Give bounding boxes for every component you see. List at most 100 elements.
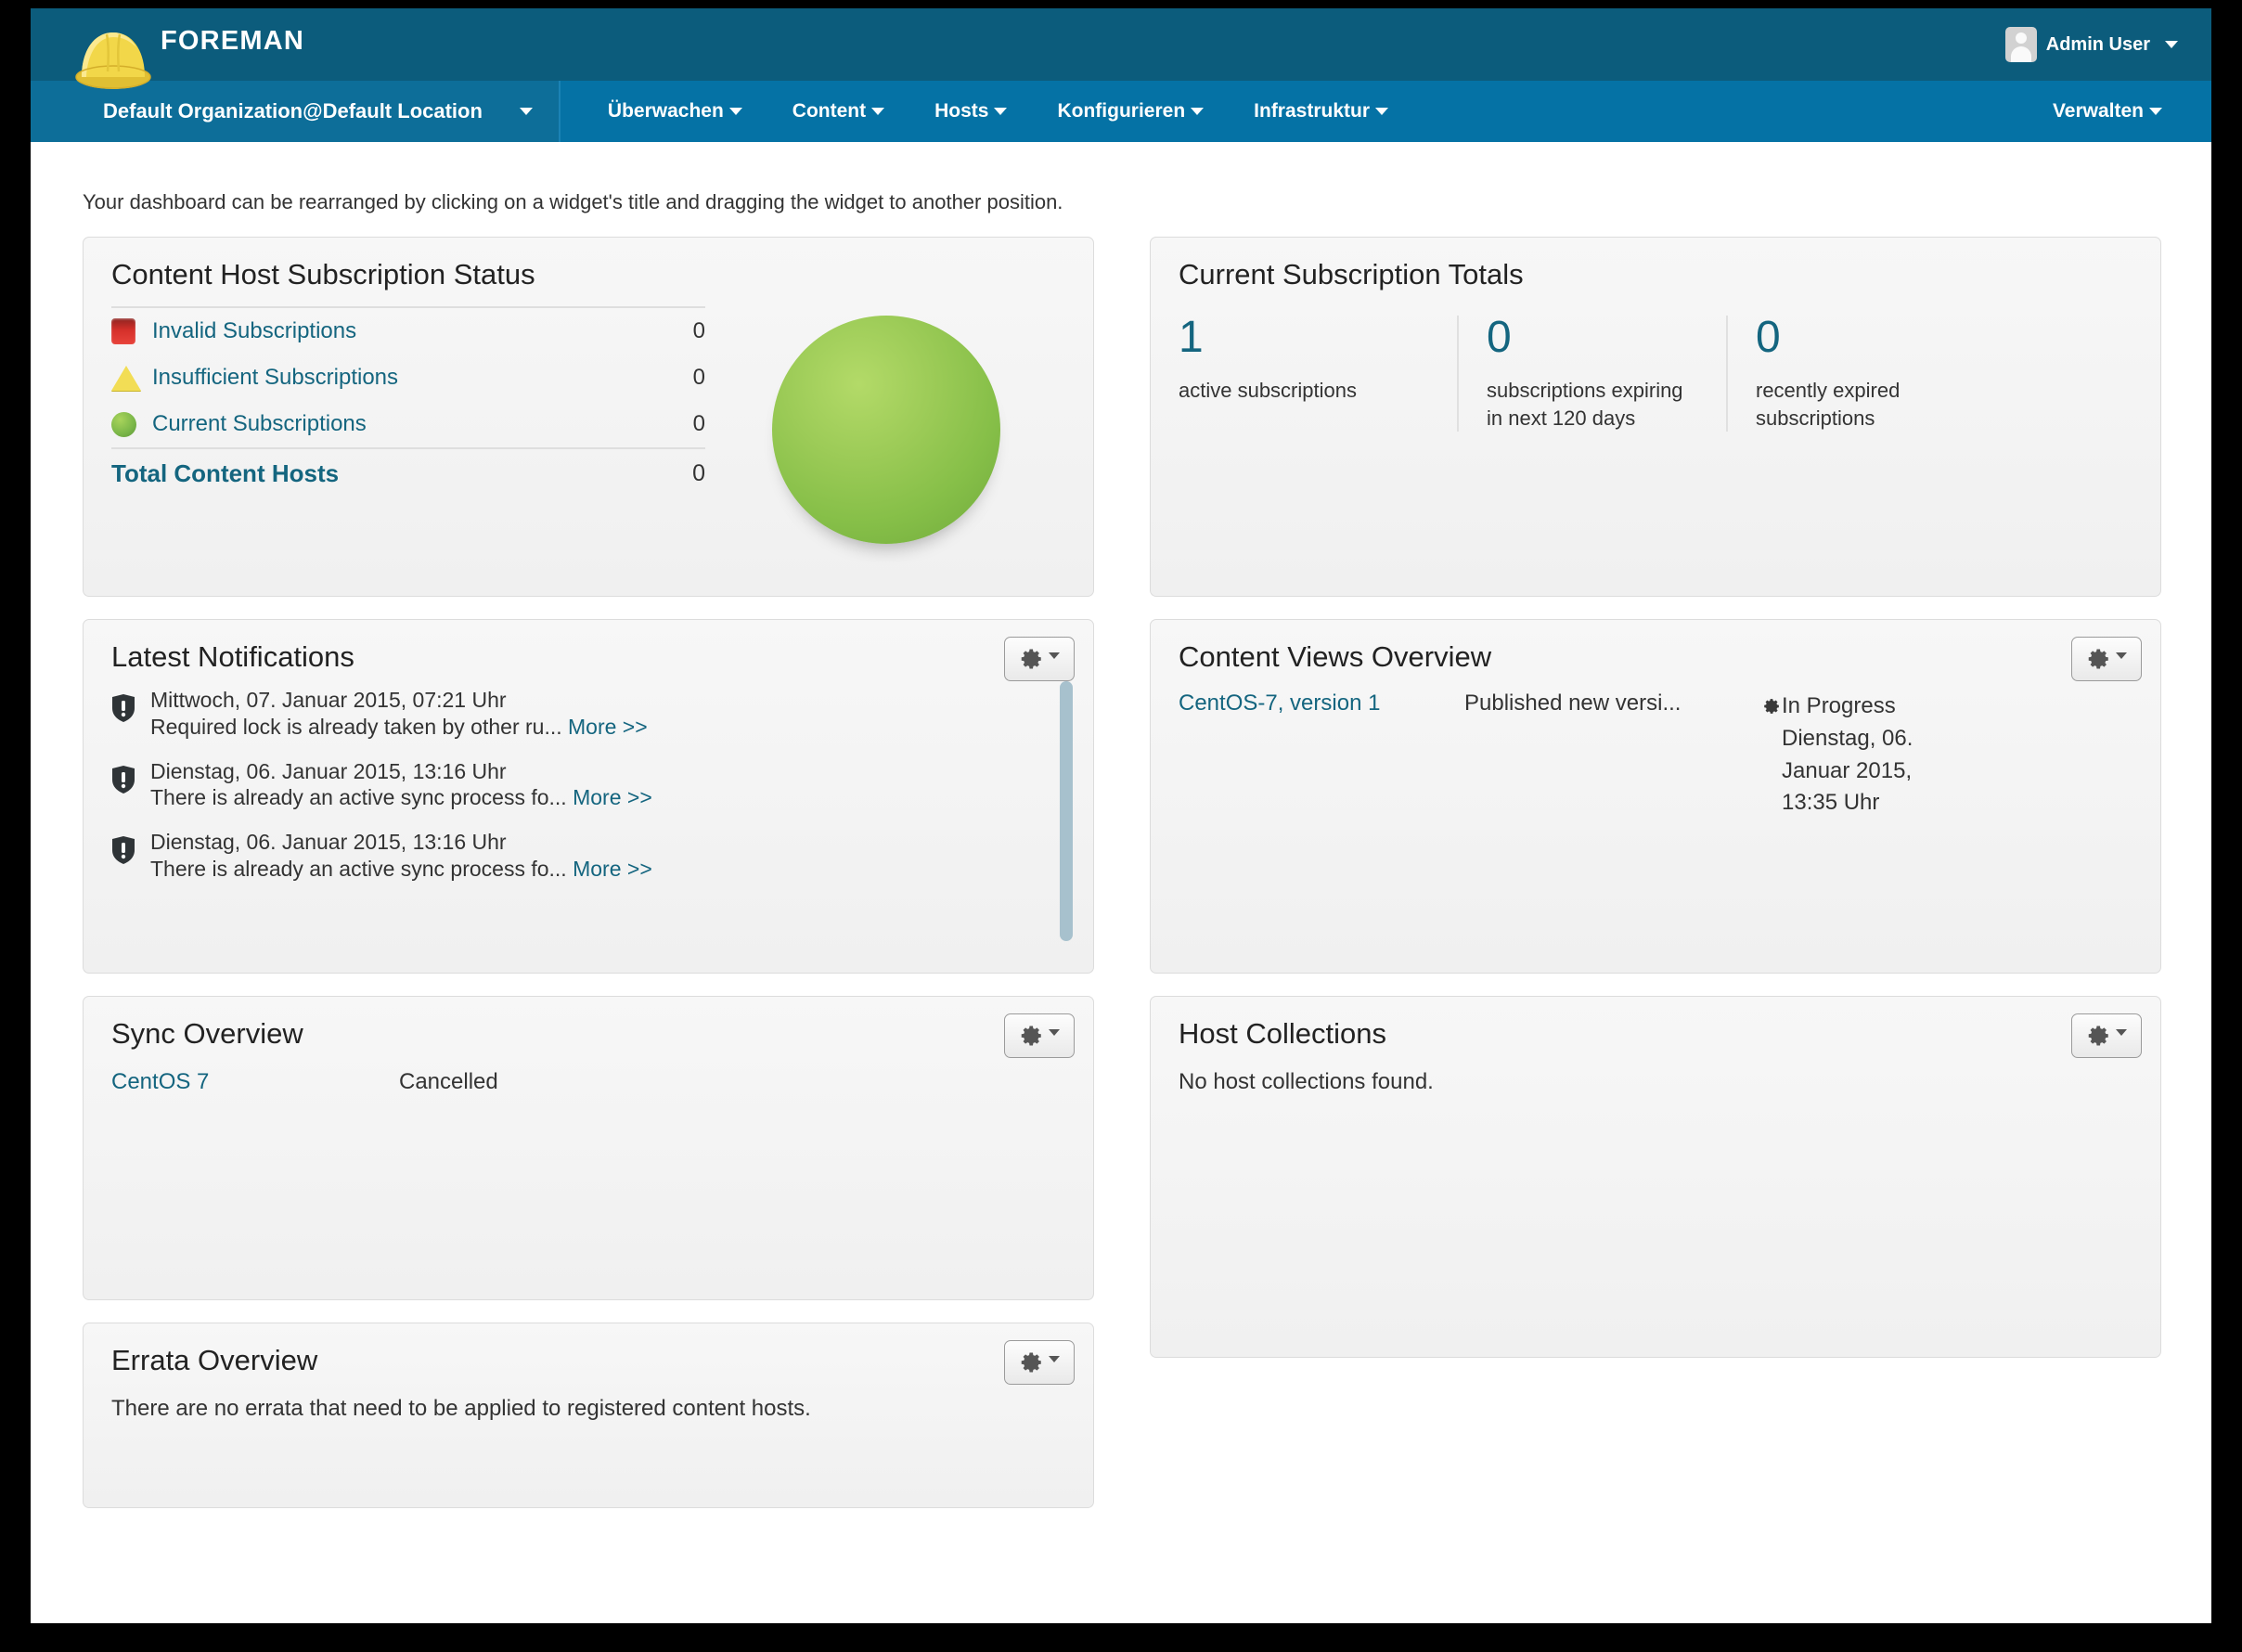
status-value: 0 bbox=[692, 318, 705, 343]
nav-item-infrastructure[interactable]: Infrastruktur bbox=[1229, 81, 1413, 142]
status-label[interactable]: Insufficient Subscriptions bbox=[152, 365, 693, 391]
nav-item-monitor[interactable]: Überwachen bbox=[583, 81, 767, 142]
shield-alert-icon bbox=[112, 836, 135, 865]
dashboard-page: Your dashboard can be rearranged by clic… bbox=[31, 142, 2211, 1623]
widget-title: Errata Overview bbox=[111, 1344, 318, 1376]
sync-product-link[interactable]: CentOS 7 bbox=[111, 1069, 399, 1095]
widget-content-views-overview[interactable]: Content Views Overview CentOS-7, version… bbox=[1150, 619, 2161, 974]
widget-title: Content Views Overview bbox=[1179, 640, 1492, 673]
gear-icon bbox=[1021, 1352, 1041, 1373]
notifications-list: Mittwoch, 07. Januar 2015, 07:21 Uhr Req… bbox=[111, 681, 1073, 941]
widget-settings-button[interactable] bbox=[1004, 1340, 1075, 1385]
total-caption: active subscriptions bbox=[1179, 379, 1357, 402]
nav-item-label: Überwachen bbox=[607, 100, 724, 122]
content-view-status-text: In Progress Dienstag, 06. Januar 2015, 1… bbox=[1782, 693, 1913, 816]
more-link[interactable]: More >> bbox=[573, 785, 652, 809]
nav-items: Überwachen Content Hosts Konfigurieren I… bbox=[560, 81, 1413, 142]
notification-text: There is already an active sync process … bbox=[150, 856, 1067, 884]
total-label[interactable]: Total Content Hosts bbox=[111, 459, 692, 488]
host-collections-empty-message: No host collections found. bbox=[1179, 1069, 1434, 1094]
top-header-bar: FOREMAN Admin User bbox=[31, 8, 2211, 89]
chevron-down-icon bbox=[2115, 652, 2127, 659]
chevron-down-icon bbox=[2165, 41, 2178, 48]
total-cell-active: 1 active subscriptions bbox=[1179, 316, 1457, 432]
gear-icon bbox=[1021, 649, 1041, 669]
total-caption: recently expired subscriptions bbox=[1756, 379, 1901, 430]
red-square-icon bbox=[111, 318, 152, 344]
status-label[interactable]: Current Subscriptions bbox=[152, 411, 693, 437]
chevron-down-icon bbox=[1191, 108, 1205, 115]
list-item[interactable]: Mittwoch, 07. Januar 2015, 07:21 Uhr Req… bbox=[111, 687, 1067, 742]
total-value: 0 bbox=[692, 459, 705, 486]
more-link[interactable]: More >> bbox=[573, 857, 652, 881]
nav-item-label: Content bbox=[792, 100, 867, 122]
shield-alert-icon bbox=[112, 765, 135, 794]
chevron-down-icon bbox=[728, 108, 742, 115]
widget-title: Host Collections bbox=[1179, 1017, 1386, 1050]
notification-message: Required lock is already taken by other … bbox=[150, 714, 562, 739]
nav-item-label: Infrastruktur bbox=[1254, 100, 1371, 122]
list-item[interactable]: Dienstag, 06. Januar 2015, 13:16 Uhr The… bbox=[111, 829, 1067, 884]
nav-item-label: Verwalten bbox=[2052, 100, 2144, 122]
nav-item-configure[interactable]: Konfigurieren bbox=[1032, 81, 1229, 142]
nav-item-administer[interactable]: Verwalten bbox=[2028, 81, 2187, 142]
chevron-down-icon bbox=[1048, 652, 1060, 659]
shield-alert-icon bbox=[112, 694, 135, 722]
chevron-down-icon bbox=[1048, 1028, 1060, 1036]
pie-slice-current bbox=[772, 316, 1000, 544]
widget-errata-overview[interactable]: Errata Overview There are no errata that… bbox=[83, 1323, 1094, 1508]
user-avatar-icon bbox=[2004, 27, 2037, 62]
notification-message: There is already an active sync process … bbox=[150, 785, 567, 810]
list-item[interactable]: Dienstag, 06. Januar 2015, 13:16 Uhr The… bbox=[111, 758, 1067, 813]
notification-message: There is already an active sync process … bbox=[150, 857, 567, 882]
user-menu[interactable]: Admin User bbox=[2004, 27, 2178, 62]
chevron-down-icon bbox=[994, 108, 1008, 115]
notification-date: Dienstag, 06. Januar 2015, 13:16 Uhr bbox=[150, 758, 507, 783]
widget-latest-notifications[interactable]: Latest Notifications Mittwoch, 07. Janua… bbox=[83, 619, 1094, 974]
content-view-link[interactable]: CentOS-7, version 1 bbox=[1179, 690, 1464, 820]
widget-host-collections[interactable]: Host Collections No host collections fou… bbox=[1150, 996, 2161, 1358]
main-navigation-bar: Default Organization@Default Location Üb… bbox=[31, 81, 2211, 142]
widget-title: Current Subscription Totals bbox=[1179, 258, 1524, 290]
hardhat-icon bbox=[73, 14, 153, 99]
widget-title: Latest Notifications bbox=[111, 640, 354, 673]
dashboard-column-left: Content Host Subscription Status Invalid… bbox=[83, 237, 1094, 1530]
widget-title: Sync Overview bbox=[111, 1017, 303, 1050]
errata-empty-message: There are no errata that need to be appl… bbox=[111, 1396, 811, 1421]
chevron-down-icon bbox=[2149, 108, 2162, 115]
widget-settings-button[interactable] bbox=[1004, 637, 1075, 681]
gear-icon bbox=[1021, 1026, 1041, 1046]
status-value: 0 bbox=[692, 411, 705, 436]
notifications-scrollbar[interactable] bbox=[1060, 681, 1073, 941]
table-row[interactable]: Insufficient Subscriptions 0 bbox=[111, 355, 705, 401]
content-view-status: In Progress Dienstag, 06. Januar 2015, 1… bbox=[1761, 690, 1938, 820]
status-label[interactable]: Invalid Subscriptions bbox=[152, 318, 693, 344]
widget-current-subscription-totals[interactable]: Current Subscription Totals 1 active sub… bbox=[1150, 237, 2161, 597]
subscription-status-table: Invalid Subscriptions 0 Insufficient Sub… bbox=[111, 301, 705, 544]
more-link[interactable]: More >> bbox=[568, 715, 648, 739]
subscription-pie-chart bbox=[705, 301, 1067, 544]
widget-settings-button[interactable] bbox=[2071, 637, 2142, 681]
notification-text: Required lock is already taken by other … bbox=[150, 714, 1067, 742]
total-cell-expiring: 0 subscriptions expiring in next 120 day… bbox=[1457, 316, 1726, 432]
chevron-down-icon bbox=[1375, 108, 1389, 115]
widget-settings-button[interactable] bbox=[2071, 1013, 2142, 1058]
yellow-triangle-icon bbox=[111, 365, 152, 391]
widget-settings-button[interactable] bbox=[1004, 1013, 1075, 1058]
nav-item-hosts[interactable]: Hosts bbox=[909, 81, 1032, 142]
table-row[interactable]: Invalid Subscriptions 0 bbox=[111, 308, 705, 355]
widget-content-host-subscription-status[interactable]: Content Host Subscription Status Invalid… bbox=[83, 237, 1094, 597]
widget-title: Content Host Subscription Status bbox=[111, 258, 535, 290]
nav-right-group: Verwalten bbox=[2028, 81, 2211, 142]
nav-item-label: Hosts bbox=[934, 100, 989, 122]
chevron-down-icon bbox=[519, 108, 533, 115]
dashboard-column-right: Current Subscription Totals 1 active sub… bbox=[1150, 237, 2161, 1380]
table-row-total[interactable]: Total Content Hosts 0 bbox=[111, 447, 705, 497]
nav-item-content[interactable]: Content bbox=[767, 81, 909, 142]
total-number: 1 bbox=[1179, 313, 1204, 362]
total-number: 0 bbox=[1487, 313, 1512, 362]
org-location-label: Default Organization@Default Location bbox=[103, 99, 483, 123]
table-row[interactable]: Current Subscriptions 0 bbox=[111, 401, 705, 447]
widget-sync-overview[interactable]: Sync Overview CentOS 7 Cancelled bbox=[83, 996, 1094, 1300]
gear-icon bbox=[2088, 1026, 2108, 1046]
